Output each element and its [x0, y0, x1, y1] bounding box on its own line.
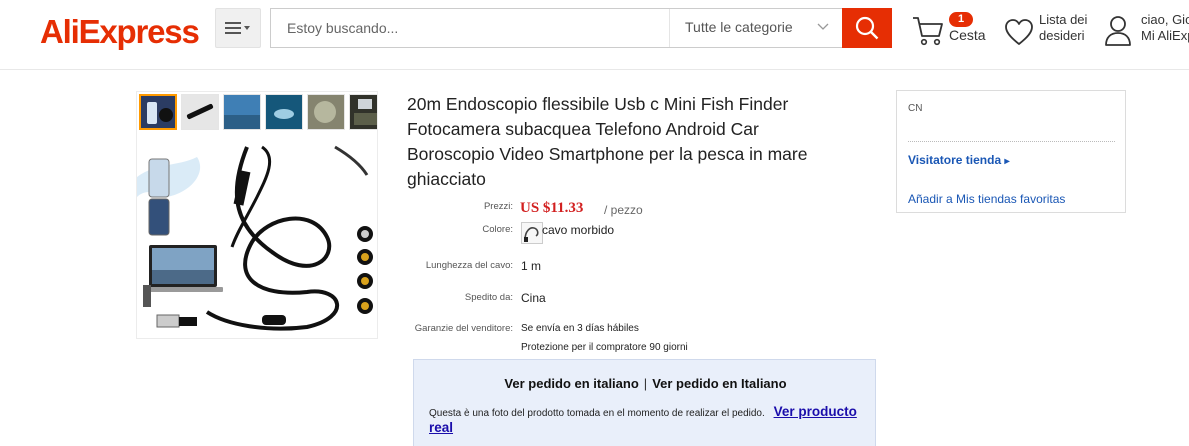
wishlist-label-line1: Lista dei [1039, 12, 1088, 27]
view-order-italian-option-b[interactable]: Ver pedido en Italiano [652, 376, 786, 391]
cart-count-badge: 1 [949, 12, 973, 27]
account-button[interactable]: ciao, Gio Mi AliExp [1104, 12, 1189, 52]
store-country: CN [908, 103, 923, 114]
thumbnail-4[interactable] [265, 94, 303, 130]
category-select[interactable]: Tutte le categorie [669, 9, 843, 47]
cart-label: Cesta [949, 27, 986, 43]
thumbnail-5[interactable] [307, 94, 345, 130]
add-favorite-store-link[interactable]: Añadir a Mis tiendas favoritas [908, 192, 1065, 206]
cable-length-value: 1 m [521, 259, 542, 273]
account-greeting: ciao, Gio [1141, 12, 1189, 27]
guarantee-shipping: Se envía en 3 días hábiles [521, 323, 639, 334]
price-unit: / pezzo [604, 203, 643, 217]
thumbnail-2[interactable] [181, 94, 219, 130]
snapshot-note: Questa è una foto del prodotto tomada en… [429, 405, 859, 437]
guarantee-protection: Protezione per il compratore 90 giorni [521, 342, 688, 353]
store-info-box: CN Visitatore tienda ▸ Añadir a Mis tien… [896, 90, 1126, 213]
wishlist-button[interactable]: Lista dei desideri [1004, 12, 1094, 52]
product-image-gallery[interactable] [136, 91, 378, 339]
wishlist-label: Lista dei desideri [1039, 12, 1099, 44]
color-value: cavo morbido [542, 223, 615, 237]
caret-right-icon: ▸ [1004, 156, 1010, 167]
account-link: Mi AliExp [1141, 28, 1189, 43]
aliexpress-logo[interactable]: AliExpress [40, 13, 200, 51]
product-main-image [137, 145, 373, 331]
chevron-down-icon [817, 23, 829, 30]
visit-store-label: Visitatore tienda [908, 153, 1002, 167]
ship-from-value: Cina [521, 291, 546, 305]
account-label: ciao, Gio Mi AliExp [1141, 12, 1189, 44]
search-button[interactable] [842, 8, 892, 48]
ship-from-label: Spedito da: [464, 292, 513, 303]
translation-box: Ver pedido en italiano | Ver pedido en Ita… [413, 359, 876, 446]
hamburger-icon [225, 22, 250, 34]
snapshot-note-text: Questa è una foto del prodotto tomada en… [429, 408, 765, 419]
cart-icon [913, 17, 943, 46]
cable-icon [524, 227, 539, 242]
thumbnail-3[interactable] [223, 94, 261, 130]
heart-icon [1005, 19, 1033, 45]
search-input[interactable] [271, 9, 669, 47]
color-label: Colore: [482, 224, 513, 235]
user-icon [1105, 16, 1131, 46]
cable-length-label: Lunghezza del cavo: [425, 260, 513, 271]
store-divider [908, 141, 1115, 142]
product-title: 20m Endoscopio flessibile Usb c Mini Fis… [407, 94, 808, 189]
top-header: AliExpress Tutte le categorie 1 [0, 0, 1189, 70]
translation-options: Ver pedido en italiano | Ver pedido en Ita… [414, 376, 877, 391]
wishlist-label-line2: desideri [1039, 28, 1085, 43]
category-select-label: Tutte le categorie [685, 19, 793, 35]
translation-separator: | [643, 376, 648, 391]
visit-store-link[interactable]: Visitatore tienda ▸ [908, 153, 1010, 167]
search-icon [855, 16, 879, 40]
search-bar: Tutte le categorie [270, 8, 842, 48]
thumbnail-1[interactable] [139, 94, 177, 130]
view-order-italian-option-a[interactable]: Ver pedido en italiano [504, 376, 638, 391]
color-swatch[interactable] [521, 222, 543, 244]
guarantee-label: Garanzie del venditore: [414, 323, 513, 334]
category-menu-button[interactable] [215, 8, 261, 48]
cart-button[interactable]: 1 Cesta [912, 12, 992, 52]
price-label: Prezzi: [483, 201, 513, 212]
thumbnail-6[interactable] [349, 94, 377, 130]
price-value: US $11.33 [520, 200, 584, 216]
